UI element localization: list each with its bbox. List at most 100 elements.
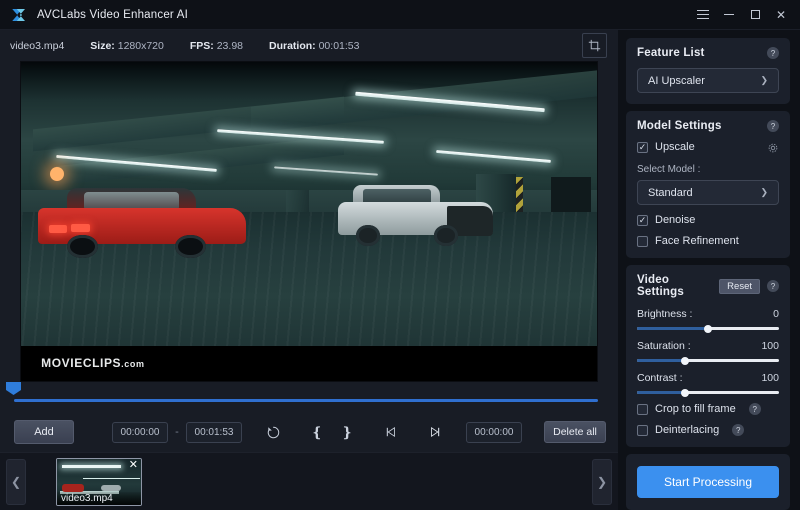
media-fps: FPS: 23.98 — [189, 39, 243, 52]
upscale-checkbox[interactable]: ✓ — [637, 141, 648, 153]
play-logo-icon — [12, 8, 25, 21]
video-settings-header: Video Settings Reset ? — [637, 274, 779, 298]
close-icon[interactable]: ✕ — [768, 2, 794, 28]
denoise-checkbox[interactable]: ✓ — [637, 214, 648, 226]
revert-icon[interactable] — [258, 418, 288, 446]
brightness-knob[interactable] — [704, 324, 712, 333]
help-icon[interactable]: ? — [748, 403, 761, 415]
process-card: Start Processing — [626, 454, 790, 510]
minimize-icon[interactable] — [716, 2, 742, 28]
maximize-icon[interactable] — [742, 2, 768, 28]
red-car — [38, 188, 246, 260]
deinterlacing-label: Deinterlacing — [655, 424, 720, 436]
time-range-separator: - — [175, 426, 179, 438]
upscale-row: ✓ Upscale — [637, 141, 779, 153]
preview-container: MOVIECLIPS.com — [0, 61, 618, 382]
chevron-right-icon[interactable]: ❯ — [592, 458, 612, 505]
saturation-row: Saturation : 100 — [637, 340, 779, 352]
crop-to-fill-checkbox[interactable] — [637, 403, 648, 415]
next-frame-icon[interactable] — [420, 418, 450, 446]
main-body: video3.mp4 Size: 1280x720 FPS: 23.98 Dur… — [0, 30, 800, 510]
revert-glyph-icon — [267, 426, 279, 438]
saturation-fill — [637, 359, 686, 362]
mark-out-icon[interactable]: ❵ — [332, 418, 362, 446]
brightness-slider[interactable] — [637, 324, 779, 333]
face-refinement-row: Face Refinement — [637, 235, 779, 247]
feature-select[interactable]: AI Upscaler ❯ — [637, 68, 779, 93]
thumbnail-white-car — [100, 485, 121, 492]
close-icon[interactable]: ✕ — [129, 459, 138, 471]
face-refinement-checkbox[interactable] — [637, 235, 648, 247]
reset-button[interactable]: Reset — [719, 278, 760, 294]
contrast-knob[interactable] — [681, 388, 690, 397]
help-icon[interactable]: ? — [732, 424, 745, 436]
list-item[interactable]: ✕ video3.mp4 — [56, 457, 142, 506]
deinterlacing-checkbox[interactable] — [637, 424, 648, 436]
media-info-bar: video3.mp4 Size: 1280x720 FPS: 23.98 Dur… — [0, 30, 618, 61]
timeline-track[interactable] — [14, 399, 598, 402]
model-settings-header: Model Settings ? — [637, 120, 779, 132]
media-filename: video3.mp4 — [10, 39, 65, 52]
saturation-knob[interactable] — [681, 356, 690, 365]
video-preview[interactable]: MOVIECLIPS.com — [20, 61, 598, 382]
video-frame: MOVIECLIPS.com — [21, 62, 597, 381]
current-time-field[interactable]: 00:00:00 — [466, 421, 522, 443]
prev-frame-glyph-icon — [386, 427, 395, 437]
model-select-value: Standard — [648, 186, 693, 199]
app-title: AVCLabs Video Enhancer AI — [37, 8, 188, 21]
brightness-fill — [637, 327, 708, 330]
crop-to-fill-label: Crop to fill frame — [655, 403, 736, 415]
model-select[interactable]: Standard ❯ — [637, 180, 779, 205]
filmstrip: ❮ ✕ video3.mp4 ❯ — [0, 452, 618, 510]
next-frame-glyph-icon — [431, 427, 440, 437]
transport-controls: Add 00:00:00 - 00:01:53 ❴ ❵ 00:00:00 Del… — [0, 412, 618, 452]
timeline[interactable] — [0, 382, 618, 412]
warm-lamp — [49, 167, 64, 182]
start-processing-button[interactable]: Start Processing — [637, 466, 779, 498]
saturation-value: 100 — [761, 340, 779, 352]
gear-icon[interactable] — [767, 141, 779, 153]
watermark-suffix: .com — [121, 359, 145, 370]
model-settings-card: Model Settings ? ✓ Upscale Select Model … — [626, 111, 790, 258]
application-window: AVCLabs Video Enhancer AI ✕ video3.mp4 S… — [0, 0, 800, 510]
crop-glyph-icon — [588, 39, 601, 52]
brightness-row: Brightness : 0 — [637, 308, 779, 320]
select-model-label: Select Model : — [637, 164, 701, 175]
media-size: Size: 1280x720 — [90, 39, 164, 52]
denoise-row: ✓ Denoise — [637, 214, 779, 226]
feature-list-header: Feature List ? — [637, 47, 779, 59]
crop-icon[interactable] — [582, 33, 607, 58]
white-car — [337, 185, 494, 247]
feature-list-card: Feature List ? AI Upscaler ❯ — [626, 38, 790, 104]
thumbnail-label: video3.mp4 — [57, 491, 141, 505]
help-icon[interactable]: ? — [767, 280, 779, 292]
mark-in-icon[interactable]: ❴ — [302, 418, 332, 446]
video-settings-card: Video Settings Reset ? Brightness : 0 Sa… — [626, 265, 790, 447]
end-time-field[interactable]: 00:01:53 — [186, 421, 242, 443]
chevron-left-icon[interactable]: ❮ — [6, 458, 26, 505]
upscale-label: Upscale — [655, 141, 695, 153]
editor-pane: video3.mp4 Size: 1280x720 FPS: 23.98 Dur… — [0, 30, 618, 510]
watermark: MOVIECLIPS.com — [21, 345, 597, 381]
feature-list-title: Feature List — [637, 47, 705, 59]
deinterlacing-row: Deinterlacing ? — [637, 424, 779, 436]
help-icon[interactable]: ? — [767, 47, 779, 59]
brightness-label: Brightness : — [637, 308, 693, 320]
face-refinement-label: Face Refinement — [655, 235, 739, 247]
media-duration: Duration: 00:01:53 — [269, 39, 360, 52]
saturation-slider[interactable] — [637, 356, 779, 365]
saturation-label: Saturation : — [637, 340, 691, 352]
contrast-label: Contrast : — [637, 372, 683, 384]
hamburger-menu-icon[interactable] — [690, 2, 716, 28]
video-settings-title: Video Settings — [637, 274, 684, 298]
contrast-slider[interactable] — [637, 388, 779, 397]
brightness-value: 0 — [773, 308, 779, 320]
start-time-field[interactable]: 00:00:00 — [112, 421, 168, 443]
timeline-playhead[interactable] — [6, 382, 21, 395]
help-icon[interactable]: ? — [767, 120, 779, 132]
prev-frame-icon[interactable] — [376, 418, 406, 446]
denoise-label: Denoise — [655, 214, 696, 226]
delete-all-button[interactable]: Delete all — [544, 421, 606, 443]
model-settings-title: Model Settings — [637, 120, 722, 132]
add-button[interactable]: Add — [14, 420, 74, 444]
